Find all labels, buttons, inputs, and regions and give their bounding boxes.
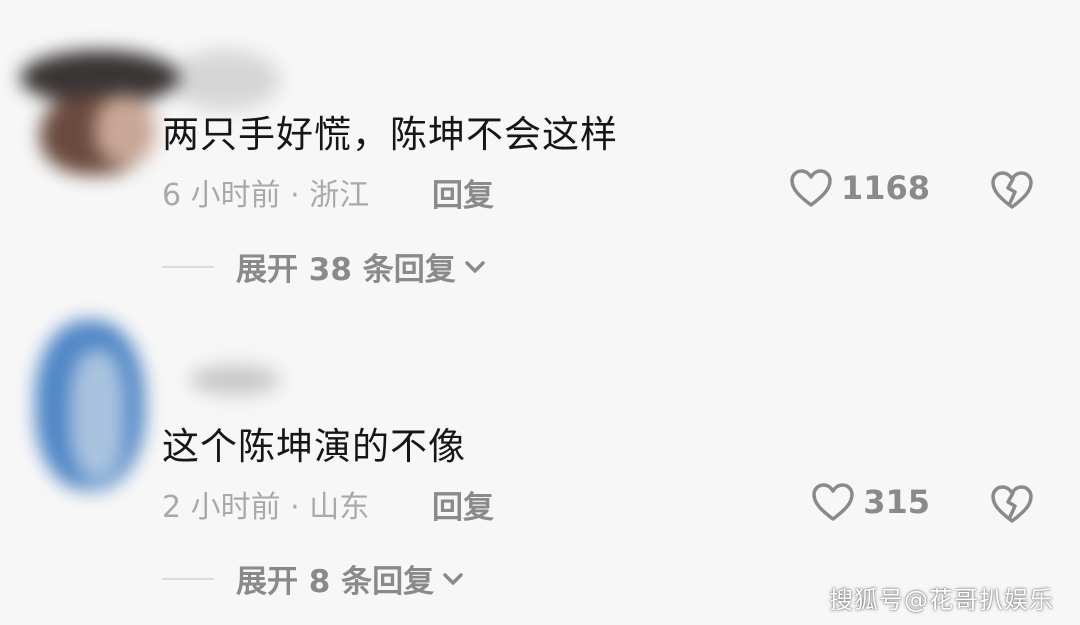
- comment-meta: 6 小时前 · 浙江: [162, 178, 370, 213]
- divider: [162, 577, 214, 580]
- comment-item: 两只手好慌，陈坤不会这样 6 小时前 · 浙江 回复 1168 展开 38 条回…: [0, 0, 1080, 310]
- divider: [162, 265, 214, 268]
- expand-replies-row: 展开 38 条回复: [162, 244, 486, 289]
- comment-text: 这个陈坤演的不像: [162, 425, 466, 468]
- like-button[interactable]: 1168: [789, 168, 930, 208]
- dislike-button[interactable]: [990, 170, 1034, 210]
- heart-outline-icon: [811, 482, 855, 522]
- avatar[interactable]: [20, 40, 280, 175]
- watermark: 搜狐号@花哥扒娱乐: [829, 586, 1054, 614]
- dislike-button[interactable]: [990, 484, 1034, 524]
- like-button[interactable]: 315: [811, 482, 930, 522]
- expand-replies-button[interactable]: 展开 38 条回复: [236, 244, 486, 289]
- broken-heart-icon: [990, 170, 1034, 210]
- expand-replies-label: 展开 8 条回复: [236, 564, 435, 600]
- comment-item: 这个陈坤演的不像 2 小时前 · 山东 回复 315 展开 8 条回复: [0, 310, 1080, 625]
- comment-section: 两只手好慌，陈坤不会这样 6 小时前 · 浙江 回复 1168 展开 38 条回…: [0, 0, 1080, 625]
- comment-text: 两只手好慌，陈坤不会这样: [162, 113, 618, 156]
- comment-meta: 2 小时前 · 山东: [162, 490, 370, 525]
- expand-replies-label: 展开 38 条回复: [236, 252, 456, 288]
- chevron-down-icon: [464, 259, 486, 275]
- like-count: 315: [863, 483, 930, 521]
- avatar[interactable]: [30, 310, 280, 510]
- like-count: 1168: [840, 169, 930, 207]
- expand-replies-button[interactable]: 展开 8 条回复: [236, 556, 464, 601]
- chevron-down-icon: [442, 571, 464, 587]
- broken-heart-icon: [990, 484, 1034, 524]
- reply-button[interactable]: 回复: [432, 170, 494, 215]
- reply-button[interactable]: 回复: [432, 482, 494, 527]
- expand-replies-row: 展开 8 条回复: [162, 556, 464, 601]
- heart-outline-icon: [789, 168, 833, 208]
